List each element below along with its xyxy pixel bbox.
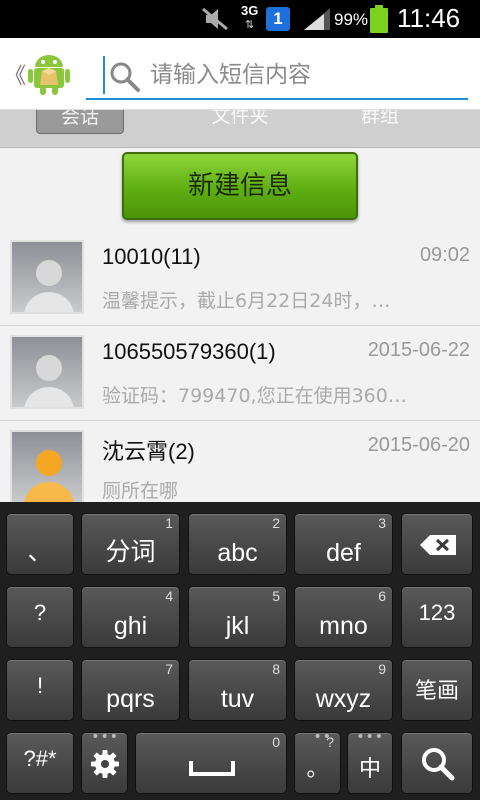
space-bar-icon [189, 761, 235, 776]
person-icon [24, 355, 74, 407]
contact-name: 106550579360(1) [102, 339, 276, 364]
person-icon [24, 450, 74, 502]
more-dots: ••• [91, 729, 119, 745]
more-dots: ••• [356, 729, 384, 745]
android-app-icon[interactable] [26, 50, 72, 96]
battery-icon [370, 5, 388, 33]
space-key[interactable]: 0 [135, 732, 287, 794]
tab-groups[interactable]: 群组 [330, 110, 430, 134]
key-6-mno[interactable]: 6 mno [294, 586, 393, 648]
key-1-segment[interactable]: 1 分词 [81, 513, 180, 575]
new-message-area: 新建信息 [0, 148, 480, 232]
message-time: 2015-06-20 [367, 434, 470, 456]
search-icon [110, 62, 140, 92]
period-key[interactable]: •• ? 。 [294, 729, 341, 794]
clock: 11:46 [397, 3, 461, 33]
search-icon [422, 748, 455, 781]
search-header: 《 [0, 38, 480, 110]
tab-conversations[interactable]: 会话 [36, 110, 124, 134]
text-cursor [103, 56, 105, 94]
message-time: 09:02 [419, 244, 470, 266]
key-exclamation[interactable]: ! [6, 659, 74, 721]
contact-name: 10010(11) [102, 244, 201, 269]
tab-strip: 会话 文件夹 群组 [0, 110, 480, 148]
list-item[interactable]: 106550579360(1) 2015-06-22 验证码：799470,您正… [0, 327, 480, 421]
message-time: 2015-06-22 [367, 339, 470, 361]
symbols-key[interactable]: ?#* [6, 732, 74, 794]
key-5-jkl[interactable]: 5 jkl [188, 586, 287, 648]
backspace-icon [420, 535, 456, 555]
battery-percent: 99% [334, 10, 369, 29]
search-field[interactable] [86, 52, 468, 100]
message-preview: 温馨提示，截止6月22日24时，… [102, 290, 391, 312]
back-chevron-icon[interactable]: 《 [4, 58, 26, 90]
backspace-key[interactable] [401, 513, 473, 575]
search-input[interactable] [150, 58, 460, 92]
key-4-ghi[interactable]: 4 ghi [81, 586, 180, 648]
person-icon [24, 260, 74, 312]
new-message-button[interactable]: 新建信息 [122, 152, 358, 220]
avatar [10, 430, 84, 502]
list-item[interactable]: 10010(11) 09:02 温馨提示，截止6月22日24时，… [0, 232, 480, 326]
key-3-def[interactable]: 3 def [294, 513, 393, 575]
list-item[interactable]: 沈云霄(2) 2015-06-20 厕所在哪 [0, 422, 480, 502]
data-arrows-icon: ⇅ [245, 18, 255, 31]
keyboard: 、 1 分词 2 abc 3 def ? 4 ghi 5 jkl 6 mno 1… [0, 502, 480, 800]
signal-icon [304, 8, 330, 30]
avatar [10, 240, 84, 314]
status-bar: 3G ⇅ 1 99% 11:46 [0, 0, 480, 38]
language-key[interactable]: ••• 中 [347, 729, 393, 794]
sim-badge: 1 [266, 7, 290, 31]
message-preview: 验证码：799470,您正在使用360… [102, 385, 407, 407]
gear-icon [91, 750, 119, 778]
key-comma[interactable]: 、 [6, 513, 74, 575]
contact-name: 沈云霄(2) [102, 439, 195, 464]
key-7-pqrs[interactable]: 7 pqrs [81, 659, 180, 721]
network-type: 3G [241, 3, 259, 18]
numeric-mode-key[interactable]: 123 [401, 586, 473, 648]
key-question[interactable]: ? [6, 586, 74, 648]
settings-key[interactable]: ••• [81, 729, 128, 794]
message-preview: 厕所在哪 [102, 480, 179, 502]
key-9-wxyz[interactable]: 9 wxyz [294, 659, 393, 721]
mute-icon [202, 7, 228, 31]
key-8-tuv[interactable]: 8 tuv [188, 659, 287, 721]
search-key[interactable] [401, 732, 473, 794]
tab-folders[interactable]: 文件夹 [180, 110, 300, 134]
key-2-abc[interactable]: 2 abc [188, 513, 287, 575]
message-list: 10010(11) 09:02 温馨提示，截止6月22日24时，… 106550… [0, 232, 480, 502]
stroke-mode-key[interactable]: 笔画 [401, 659, 473, 721]
avatar [10, 335, 84, 409]
